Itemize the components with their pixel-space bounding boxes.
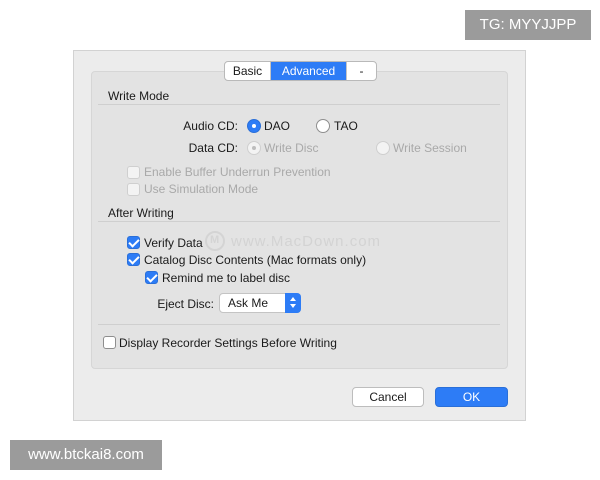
select-arrows-icon: [285, 293, 301, 313]
radio-dao[interactable]: [247, 119, 261, 133]
simulation-mode-checkbox[interactable]: [127, 183, 140, 196]
buffer-underrun-label: Enable Buffer Underrun Prevention: [144, 165, 331, 179]
tg-badge: TG: MYYJJPP: [465, 10, 591, 40]
eject-disc-label: Eject Disc:: [157, 297, 214, 311]
write-mode-separator: [98, 104, 500, 105]
radio-dao-label: DAO: [264, 119, 291, 133]
macdown-logo-icon: [205, 231, 225, 251]
remind-label-label: Remind me to label disc: [162, 271, 291, 285]
display-recorder-settings-checkbox[interactable]: [103, 336, 116, 349]
tab-dash[interactable]: -: [346, 62, 376, 80]
remind-label-checkbox[interactable]: [145, 271, 158, 284]
site-badge: www.btckai8.com: [10, 440, 162, 470]
simulation-mode-label: Use Simulation Mode: [144, 182, 259, 196]
tab-basic[interactable]: Basic: [225, 62, 271, 80]
tab-advanced[interactable]: Advanced: [271, 62, 346, 80]
buffer-underrun-checkbox[interactable]: [127, 166, 140, 179]
eject-disc-select[interactable]: Ask Me: [219, 293, 301, 313]
watermark: www.MacDown.com: [205, 230, 381, 252]
watermark-text: www.MacDown.com: [231, 232, 382, 250]
display-recorder-settings-label: Display Recorder Settings Before Writing: [119, 336, 337, 350]
ok-button[interactable]: OK: [435, 387, 508, 407]
radio-write-disc[interactable]: [247, 141, 261, 155]
radio-tao-label: TAO: [334, 119, 358, 133]
radio-write-disc-label: Write Disc: [264, 141, 319, 155]
after-writing-title: After Writing: [108, 206, 174, 220]
verify-data-label: Verify Data: [144, 236, 203, 250]
audio-cd-label: Audio CD:: [183, 119, 238, 133]
verify-data-checkbox[interactable]: [127, 236, 140, 249]
write-mode-title: Write Mode: [108, 89, 170, 103]
data-cd-label: Data CD:: [188, 141, 238, 155]
radio-write-session[interactable]: [376, 141, 390, 155]
tab-bar: Basic Advanced -: [224, 61, 377, 81]
cancel-button[interactable]: Cancel: [352, 387, 424, 407]
radio-tao[interactable]: [316, 119, 330, 133]
radio-write-session-label: Write Session: [393, 141, 467, 155]
after-writing-separator: [98, 221, 500, 222]
catalog-disc-label: Catalog Disc Contents (Mac formats only): [144, 253, 367, 267]
bottom-separator: [98, 324, 500, 325]
eject-disc-value: Ask Me: [228, 296, 269, 310]
catalog-disc-checkbox[interactable]: [127, 253, 140, 266]
